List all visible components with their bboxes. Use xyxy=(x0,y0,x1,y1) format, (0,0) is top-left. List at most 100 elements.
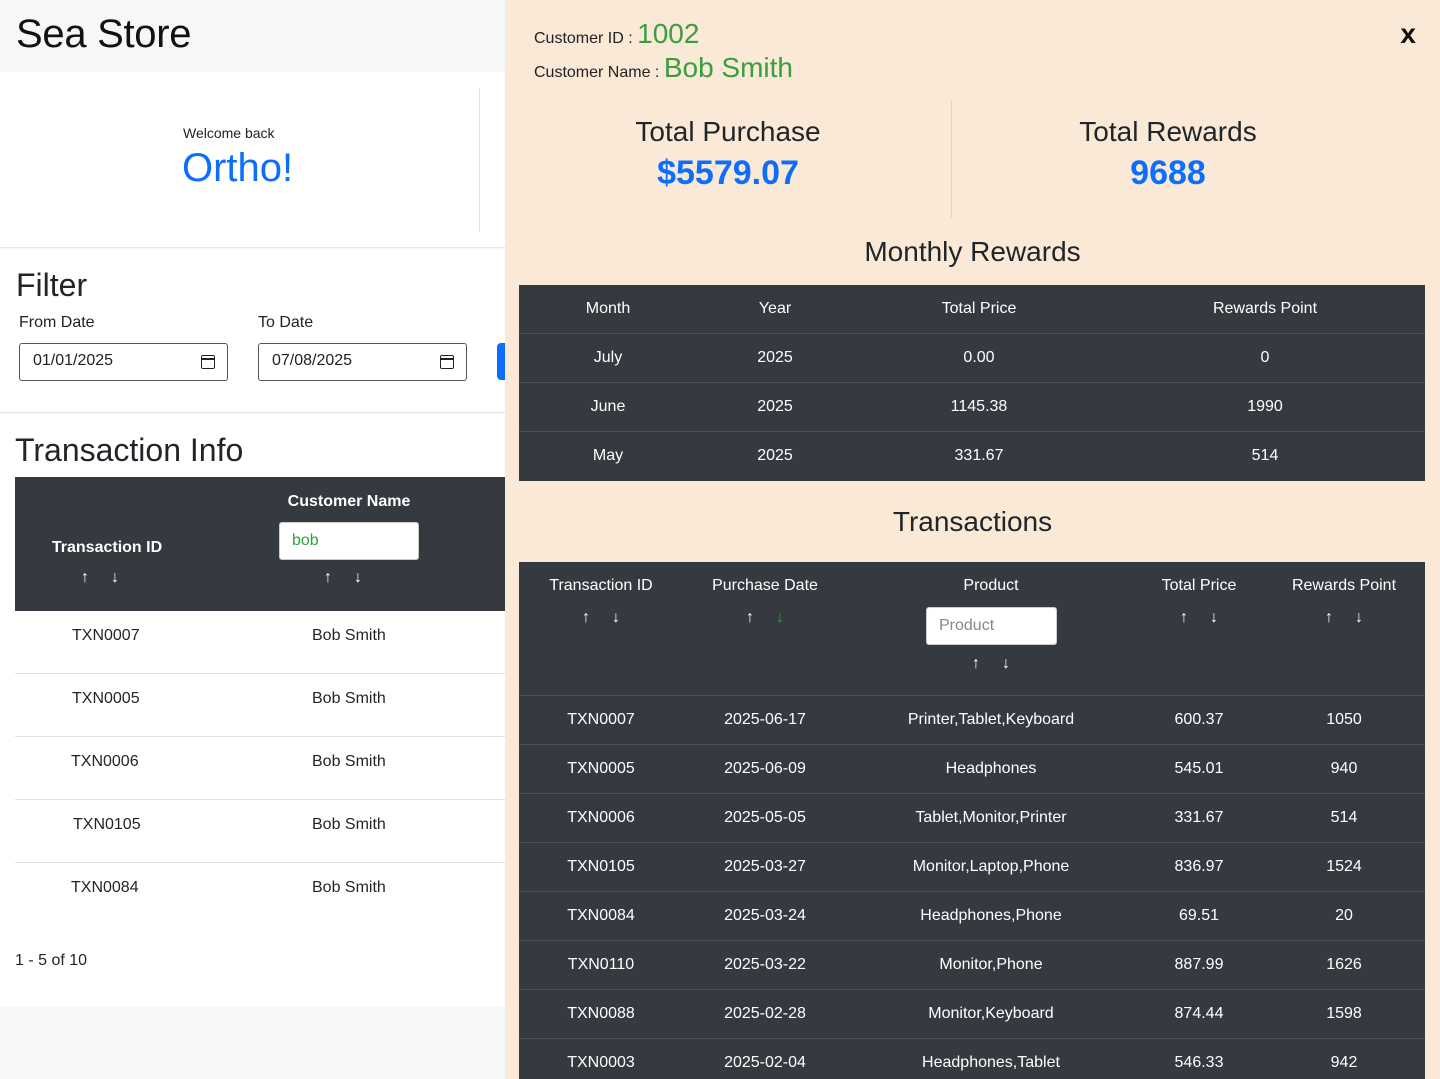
customer-name-filter-value: bob xyxy=(292,532,319,549)
to-date-value: 07/08/2025 xyxy=(272,352,353,369)
table-row: TXN0003 2025-02-04 Headphones,Tablet 546.33… xyxy=(519,1039,1425,1079)
close-button[interactable]: x xyxy=(1400,18,1416,50)
table-header-row: Month Year Total Price Rewards Point xyxy=(519,285,1425,334)
total-price-cell: 546.33 xyxy=(1174,1054,1224,1071)
customer-name-filter-input[interactable]: bob xyxy=(279,522,419,560)
transactions-title: Transactions xyxy=(892,506,1053,537)
total-price-cell: 836.97 xyxy=(1174,858,1224,875)
table-row: TXN0007 2025-06-17 Printer,Tablet,Keyboard… xyxy=(519,696,1425,745)
welcome-greeting: Welcome back xyxy=(183,125,275,141)
table-row[interactable]: TXN0006 Bob Smith xyxy=(15,737,505,800)
product-filter-input[interactable]: Product xyxy=(926,607,1057,645)
total-purchase-card: Total Purchase $5579.07 xyxy=(505,100,951,193)
customer-id-line: Customer ID : 1002 xyxy=(534,18,699,50)
customer-name: Bob Smith xyxy=(312,753,386,770)
sort-controls: ↑ ↓ xyxy=(972,655,1010,673)
to-date-input[interactable]: 07/08/2025 xyxy=(258,343,467,381)
from-date-input[interactable]: 01/01/2025 xyxy=(19,343,228,381)
sort-up-icon[interactable]: ↑ xyxy=(1180,609,1188,627)
column-header-total-price[interactable]: Total Price xyxy=(1162,577,1237,595)
sort-controls: ↑ ↓ xyxy=(746,609,784,627)
sort-up-icon[interactable]: ↑ xyxy=(324,569,332,587)
transaction-id: TXN0105 xyxy=(73,816,141,833)
purchase-date-cell: 2025-03-24 xyxy=(724,907,806,924)
sort-up-icon[interactable]: ↑ xyxy=(746,609,754,627)
table-row: TXN0084 2025-03-24 Headphones,Phone 69.51 20 xyxy=(519,892,1425,941)
rewards-point-cell: 514 xyxy=(1251,447,1279,464)
sort-controls: ↑ ↓ xyxy=(324,569,362,587)
sort-up-icon[interactable]: ↑ xyxy=(582,609,590,627)
store-title: Sea Store xyxy=(16,12,192,56)
sort-down-icon[interactable]: ↓ xyxy=(111,569,119,587)
sort-controls: ↑ ↓ xyxy=(1325,609,1363,627)
from-date-value: 01/01/2025 xyxy=(33,352,114,369)
rewards-point-cell: 1524 xyxy=(1326,858,1362,875)
total-price-cell: 1145.38 xyxy=(950,398,1008,415)
customer-detail-drawer: x Customer ID : 1002 Customer Name : Bob… xyxy=(505,0,1440,1079)
calendar-icon[interactable] xyxy=(440,355,454,369)
table-header-row: Transaction ID ↑ ↓ Purchase Date ↑ ↓ Pro… xyxy=(519,562,1425,696)
customer-id-label: Customer ID : xyxy=(534,30,633,47)
month-cell: May xyxy=(592,447,624,464)
rewards-point-cell: 1626 xyxy=(1326,956,1362,973)
rewards-point-cell: 942 xyxy=(1330,1054,1358,1071)
month-cell: July xyxy=(593,349,623,366)
sort-up-icon[interactable]: ↑ xyxy=(972,655,980,673)
purchase-date-cell: 2025-02-04 xyxy=(724,1054,806,1071)
sort-down-icon[interactable]: ↓ xyxy=(1210,609,1218,627)
year-cell: 2025 xyxy=(757,447,793,464)
customer-name-line: Customer Name : Bob Smith xyxy=(534,52,793,84)
year-cell: 2025 xyxy=(757,349,793,366)
transaction-info-panel: Transaction Info Transaction ID ↑ ↓ Cust… xyxy=(0,414,505,1007)
sort-down-icon-active[interactable]: ↓ xyxy=(776,609,784,627)
sort-controls: ↑ ↓ xyxy=(81,569,119,587)
total-price-cell: 331.67 xyxy=(954,447,1004,464)
rewards-point-cell: 514 xyxy=(1330,809,1358,826)
sort-controls: ↑ ↓ xyxy=(582,609,620,627)
sort-down-icon[interactable]: ↓ xyxy=(1002,655,1010,673)
sort-down-icon[interactable]: ↓ xyxy=(1355,609,1363,627)
calendar-icon[interactable] xyxy=(201,355,215,369)
total-rewards-card: Total Rewards 9688 xyxy=(945,100,1391,193)
column-header-product[interactable]: Product xyxy=(963,577,1018,595)
table-row: TXN0005 2025-06-09 Headphones 545.01 940 xyxy=(519,745,1425,794)
column-header-year: Year xyxy=(758,300,792,317)
table-row[interactable]: TXN0005 Bob Smith xyxy=(15,674,505,737)
column-header-customer-name[interactable]: Customer Name xyxy=(249,493,449,511)
column-header-total-price: Total Price xyxy=(941,300,1017,317)
total-rewards-value: 9688 xyxy=(1130,154,1206,192)
table-row[interactable]: TXN0105 Bob Smith xyxy=(15,800,505,863)
purchase-date-cell: 2025-06-09 xyxy=(724,760,806,777)
total-purchase-value: $5579.07 xyxy=(657,154,799,192)
sort-up-icon[interactable]: ↑ xyxy=(1325,609,1333,627)
transaction-id: TXN0007 xyxy=(72,627,140,644)
product-cell: Printer,Tablet,Keyboard xyxy=(907,711,1075,728)
sort-controls: ↑ ↓ xyxy=(1180,609,1218,627)
sort-down-icon[interactable]: ↓ xyxy=(612,609,620,627)
table-row: TXN0105 2025-03-27 Monitor,Laptop,Phone 836… xyxy=(519,843,1425,892)
total-price-cell: 69.51 xyxy=(1178,907,1220,924)
total-price-cell: 600.37 xyxy=(1174,711,1224,728)
column-header-purchase-date[interactable]: Purchase Date xyxy=(712,577,818,595)
table-row: July 2025 0.00 0 xyxy=(519,334,1425,383)
product-cell: Monitor,Phone xyxy=(939,956,1043,973)
divider xyxy=(479,88,480,232)
table-row: May 2025 331.67 514 xyxy=(519,432,1425,481)
total-price-cell: 874.44 xyxy=(1174,1005,1224,1022)
total-purchase-label: Total Purchase xyxy=(635,116,821,147)
sort-down-icon[interactable]: ↓ xyxy=(354,569,362,587)
filter-panel: Filter From Date 01/01/2025 To Date 07/0… xyxy=(0,249,507,413)
table-row: TXN0110 2025-03-22 Monitor,Phone 887.99 1626 xyxy=(519,941,1425,990)
transaction-id-cell: TXN0003 xyxy=(567,1054,635,1071)
table-row[interactable]: TXN0084 Bob Smith xyxy=(15,863,505,926)
total-rewards-label: Total Rewards xyxy=(1079,116,1257,147)
customer-name: Bob Smith xyxy=(312,816,386,833)
sort-up-icon[interactable]: ↑ xyxy=(81,569,89,587)
purchase-date-cell: 2025-02-28 xyxy=(724,1005,806,1022)
transaction-id-cell: TXN0110 xyxy=(567,956,635,973)
column-header-rewards-point[interactable]: Rewards Point xyxy=(1292,577,1396,595)
column-header-transaction-id[interactable]: Transaction ID xyxy=(549,577,652,595)
table-row[interactable]: TXN0007 Bob Smith xyxy=(15,611,505,674)
column-header-transaction-id[interactable]: Transaction ID xyxy=(15,539,199,557)
total-price-cell: 887.99 xyxy=(1174,956,1224,973)
